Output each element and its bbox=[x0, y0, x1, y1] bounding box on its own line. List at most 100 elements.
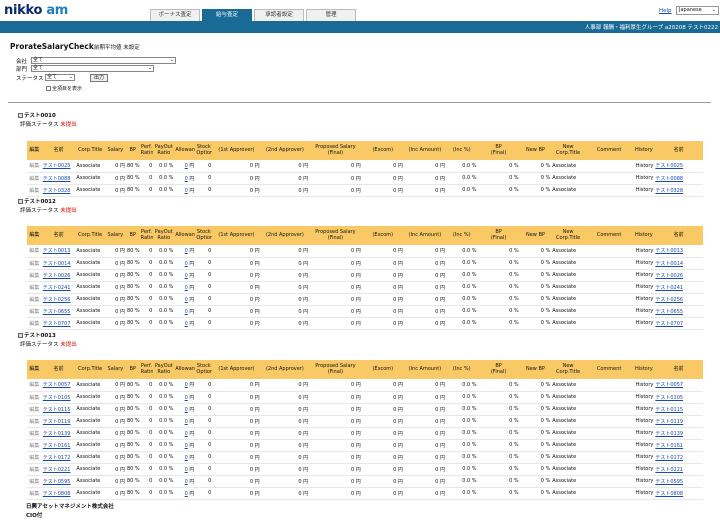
employee-link[interactable]: テスト0119 bbox=[655, 419, 683, 425]
employee-link[interactable]: テスト0105 bbox=[43, 395, 71, 401]
payout-ratio: 0.0 % bbox=[153, 415, 175, 428]
comment bbox=[584, 475, 634, 488]
edit-link[interactable]: 編集 bbox=[27, 184, 42, 197]
employee-link[interactable]: テスト0707 bbox=[43, 321, 71, 327]
tab-salary[interactable]: 給与査定 bbox=[202, 9, 252, 21]
inc-amount: 0 円 bbox=[403, 463, 446, 476]
employee-link[interactable]: テスト0025 bbox=[43, 163, 71, 169]
language-select[interactable]: Japanese ⌄ bbox=[676, 6, 719, 15]
tab-approver[interactable]: 承認者設定 bbox=[254, 9, 304, 21]
edit-link[interactable]: 編集 bbox=[27, 487, 42, 500]
employee-link[interactable]: テスト0014 bbox=[43, 261, 71, 267]
edit-link[interactable]: 編集 bbox=[27, 257, 42, 270]
employee-link[interactable]: テスト0221 bbox=[655, 467, 683, 473]
employee-link[interactable]: テスト0808 bbox=[43, 491, 71, 497]
employee-link[interactable]: テスト0655 bbox=[43, 309, 71, 315]
employee-link[interactable]: テスト0808 bbox=[655, 491, 683, 497]
bp: 80 % bbox=[125, 379, 140, 392]
employee-link[interactable]: テスト0328 bbox=[655, 188, 683, 194]
employee-link[interactable]: テスト0241 bbox=[655, 285, 683, 291]
company-name: 日興アセットマネジメント株式会社 bbox=[26, 504, 114, 510]
show-all-checkbox[interactable]: 全項目を表示 bbox=[46, 85, 82, 92]
employee-link[interactable]: テスト0026 bbox=[655, 273, 683, 279]
group-title: テスト0010 bbox=[18, 111, 56, 119]
column-header: (1st Approver) bbox=[212, 360, 261, 379]
employee-link[interactable]: テスト0088 bbox=[655, 176, 683, 182]
edit-link[interactable]: 編集 bbox=[27, 172, 42, 185]
excom: 0 円 bbox=[361, 317, 404, 330]
employee-link[interactable]: テスト0105 bbox=[655, 395, 683, 401]
employee-link[interactable]: テスト0161 bbox=[43, 443, 71, 449]
employee-link[interactable]: テスト0241 bbox=[43, 285, 71, 291]
employee-link[interactable]: テスト0025 bbox=[655, 163, 683, 169]
employee-link[interactable]: テスト0119 bbox=[43, 419, 71, 425]
employee-link[interactable]: テスト0256 bbox=[43, 297, 71, 303]
stock-option: 0 bbox=[195, 451, 213, 464]
allowance: 0 円 bbox=[174, 415, 196, 428]
edit-link[interactable]: 編集 bbox=[27, 305, 42, 318]
edit-link[interactable]: 編集 bbox=[27, 245, 42, 258]
edit-link[interactable]: 編集 bbox=[27, 379, 42, 392]
employee-link[interactable]: テスト0655 bbox=[655, 309, 683, 315]
stock-option: 0 bbox=[195, 172, 213, 185]
employee-link[interactable]: テスト0057 bbox=[655, 382, 683, 388]
edit-link[interactable]: 編集 bbox=[27, 439, 42, 452]
output-button[interactable]: 出力 bbox=[90, 74, 108, 82]
status-label: ステータス bbox=[16, 76, 44, 82]
employee-link[interactable]: テスト0115 bbox=[655, 407, 683, 413]
stock-option: 0 bbox=[195, 160, 213, 173]
employee-link[interactable]: テスト0013 bbox=[655, 248, 683, 254]
employee-link[interactable]: テスト0139 bbox=[655, 431, 683, 437]
employee-link[interactable]: テスト0057 bbox=[43, 382, 71, 388]
edit-link[interactable]: 編集 bbox=[27, 391, 42, 404]
employee-link[interactable]: テスト0014 bbox=[655, 261, 683, 267]
inc-amount: 0 円 bbox=[403, 160, 446, 173]
dept-select[interactable]: 全て ⌄ bbox=[31, 65, 154, 72]
column-header: Proposed Salary (Final) bbox=[309, 360, 362, 379]
employee-link[interactable]: テスト0026 bbox=[43, 273, 71, 279]
tab-admin[interactable]: 管理 bbox=[306, 9, 356, 21]
employee-link[interactable]: テスト0013 bbox=[43, 248, 71, 254]
tab-bonus[interactable]: ボーナス査定 bbox=[150, 9, 200, 21]
new-bp: 0 % bbox=[519, 487, 552, 500]
edit-link[interactable]: 編集 bbox=[27, 427, 42, 440]
help-link[interactable]: Help bbox=[659, 8, 672, 14]
edit-link[interactable]: 編集 bbox=[27, 463, 42, 476]
proposed-final: 0 円 bbox=[309, 391, 362, 404]
column-header: Allowance bbox=[174, 360, 196, 379]
table-row: 編集 テスト0119 Associate 0 円 80 % 0 0.0 % 0 円00 円0 … bbox=[27, 415, 703, 428]
name-cell: テスト0088 bbox=[41, 172, 76, 185]
edit-link[interactable]: 編集 bbox=[27, 317, 42, 330]
employee-link[interactable]: テスト0221 bbox=[43, 467, 71, 473]
column-header: (1st Approver) bbox=[212, 141, 261, 160]
edit-link[interactable]: 編集 bbox=[27, 403, 42, 416]
edit-link[interactable]: 編集 bbox=[27, 160, 42, 173]
employee-link[interactable]: テスト0139 bbox=[43, 431, 71, 437]
employee-link[interactable]: テスト0707 bbox=[655, 321, 683, 327]
checkbox-icon[interactable] bbox=[46, 86, 51, 91]
main-tabs: ボーナス査定 給与査定 承認者設定 管理 bbox=[150, 9, 358, 21]
perf-rating: 0 bbox=[139, 305, 154, 318]
new-bp: 0 % bbox=[519, 293, 552, 306]
employee-link[interactable]: テスト0161 bbox=[655, 443, 683, 449]
table-row: 編集 テスト0161 Associate 0 円 80 % 0 0.0 % 0 円00 円0 … bbox=[27, 439, 703, 452]
excom: 0 円 bbox=[361, 172, 404, 185]
edit-link[interactable]: 編集 bbox=[27, 293, 42, 306]
employee-link[interactable]: テスト0595 bbox=[655, 479, 683, 485]
corp-title: Associate bbox=[75, 257, 105, 270]
second-approver: 0 円 bbox=[260, 403, 310, 416]
company-select[interactable]: 全て ⌄ bbox=[31, 57, 176, 64]
edit-link[interactable]: 編集 bbox=[27, 269, 42, 282]
edit-link[interactable]: 編集 bbox=[27, 281, 42, 294]
employee-link[interactable]: テスト0328 bbox=[43, 188, 71, 194]
employee-link[interactable]: テスト0172 bbox=[655, 455, 683, 461]
edit-link[interactable]: 編集 bbox=[27, 475, 42, 488]
edit-link[interactable]: 編集 bbox=[27, 451, 42, 464]
employee-link[interactable]: テスト0595 bbox=[43, 479, 71, 485]
edit-link[interactable]: 編集 bbox=[27, 415, 42, 428]
employee-link[interactable]: テスト0088 bbox=[43, 176, 71, 182]
employee-link[interactable]: テスト0115 bbox=[43, 407, 71, 413]
employee-link[interactable]: テスト0172 bbox=[43, 455, 71, 461]
employee-link[interactable]: テスト0256 bbox=[655, 297, 683, 303]
status-select[interactable]: 全て ⌄ bbox=[45, 74, 75, 81]
